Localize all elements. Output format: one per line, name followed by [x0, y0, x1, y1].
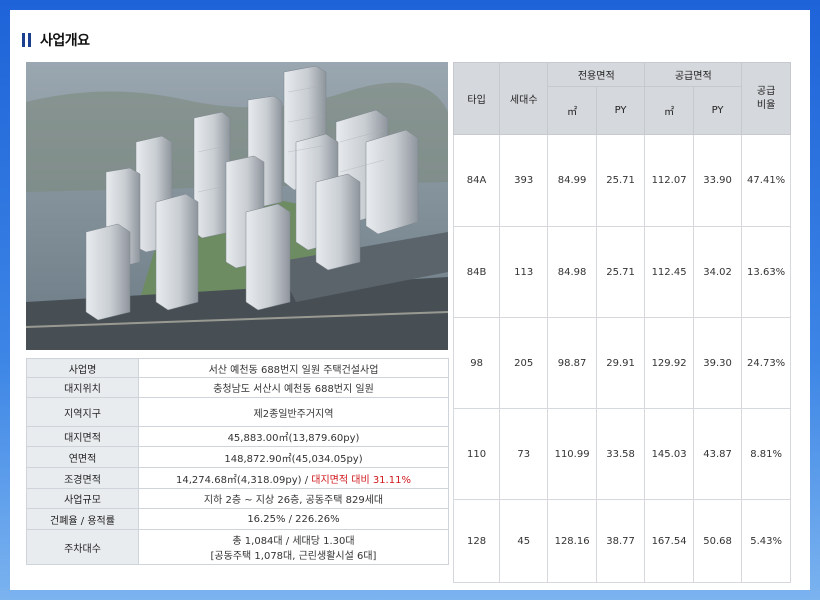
ratio-cell: 8.81%: [741, 408, 791, 500]
units-cell: 205: [499, 317, 549, 409]
supply-sqm-cell: 167.54: [644, 499, 694, 583]
project-info-table: 사업명 서산 예천동 688번지 일원 주택건설사업 대지위치 충청남도 서산시…: [26, 358, 449, 565]
header-supply-area: 공급면적: [644, 62, 743, 87]
table-row: 연면적 148,872.90㎡(45,034.05py): [26, 446, 449, 468]
table-row: 84A 393 84.99 25.71 112.07 33.90 47.41%: [452, 134, 791, 227]
info-value: 충청남도 서산시 예천동 688번지 일원: [138, 377, 449, 398]
section-title: 사업개요: [40, 33, 90, 49]
parking-total: 총 1,084대 / 세대당 1.30대: [232, 536, 355, 547]
type-cell: 84B: [452, 226, 501, 318]
header-type: 타입: [452, 62, 501, 135]
supply-py-cell: 43.87: [692, 408, 743, 500]
exclusive-py-cell: 29.91: [595, 317, 646, 409]
title-marker-icon: [22, 33, 31, 47]
section-header: 사업개요: [22, 30, 90, 50]
header-supply-sqm: ㎡: [644, 86, 694, 135]
table-row: 110 73 110.99 33.58 145.03 43.87 8.81%: [452, 408, 791, 500]
info-label: 건폐율 / 용적률: [26, 508, 139, 530]
table-row: 대지면적 45,883.00㎡(13,879.60py): [26, 426, 449, 447]
landscape-ratio-highlight: 대지면적 대비 31.11%: [311, 474, 411, 486]
type-cell: 98: [452, 317, 501, 409]
supply-sqm-cell: 145.03: [644, 408, 694, 500]
supply-sqm-cell: 112.07: [644, 134, 694, 227]
table-row: 사업명 서산 예천동 688번지 일원 주택건설사업: [26, 358, 449, 378]
header-exclusive-py: PY: [595, 86, 646, 135]
exclusive-py-cell: 33.58: [595, 408, 646, 500]
supply-py-cell: 33.90: [692, 134, 743, 227]
table-row: 사업규모 지하 2층 ~ 지상 26층, 공동주택 829세대: [26, 488, 449, 509]
table-row: 98 205 98.87 29.91 129.92 39.30 24.73%: [452, 317, 791, 409]
table-row: 주차대수 총 1,084대 / 세대당 1.30대 [공동주택 1,078대, …: [26, 529, 449, 565]
info-value: 서산 예천동 688번지 일원 주택건설사업: [138, 358, 449, 378]
header-exclusive-sqm: ㎡: [547, 86, 597, 135]
supply-py-cell: 50.68: [692, 499, 743, 583]
apartment-complex-illustration: [26, 62, 448, 350]
units-cell: 113: [499, 226, 549, 318]
exclusive-py-cell: 25.71: [595, 226, 646, 318]
header-supply-ratio: 공급 비율: [741, 62, 791, 135]
supply-sqm-cell: 112.45: [644, 226, 694, 318]
info-label: 주차대수: [26, 529, 139, 565]
info-label: 연면적: [26, 446, 139, 468]
table-row: 조경면적 14,274.68㎡(4,318.09py) / 대지면적 대비 31…: [26, 467, 449, 489]
type-cell: 128: [452, 499, 501, 583]
landscape-area-text: 14,274.68㎡(4,318.09py) /: [176, 474, 312, 486]
header-supply-py: PY: [692, 86, 743, 135]
exclusive-sqm-cell: 98.87: [547, 317, 597, 409]
table-row: 지역지구 제2종일반주거지역: [26, 397, 449, 427]
info-value: 제2종일반주거지역: [138, 397, 449, 427]
supply-sqm-cell: 129.92: [644, 317, 694, 409]
ratio-cell: 47.41%: [741, 134, 791, 227]
info-label: 지역지구: [26, 397, 139, 427]
header-row: 타입 세대수 전용면적 공급면적 공급 비율: [452, 62, 791, 135]
supply-py-cell: 39.30: [692, 317, 743, 409]
exclusive-py-cell: 38.77: [595, 499, 646, 583]
header-units: 세대수: [499, 62, 549, 135]
header-exclusive-area: 전용면적: [547, 62, 646, 87]
type-cell: 84A: [452, 134, 501, 227]
type-cell: 110: [452, 408, 501, 500]
units-cell: 73: [499, 408, 549, 500]
exclusive-py-cell: 25.71: [595, 134, 646, 227]
table-row: 건폐율 / 용적률 16.25% / 226.26%: [26, 508, 449, 530]
supply-py-cell: 34.02: [692, 226, 743, 318]
exclusive-sqm-cell: 84.98: [547, 226, 597, 318]
info-value: 16.25% / 226.26%: [138, 508, 449, 530]
parking-detail: [공동주택 1,078대, 근린생활시설 6대]: [210, 551, 377, 562]
ratio-cell: 24.73%: [741, 317, 791, 409]
exclusive-sqm-cell: 128.16: [547, 499, 597, 583]
info-value: 148,872.90㎡(45,034.05py): [138, 446, 449, 468]
info-label: 대지면적: [26, 426, 139, 447]
complex-rendering-image: [26, 62, 448, 350]
exclusive-sqm-cell: 110.99: [547, 408, 597, 500]
table-row: 128 45 128.16 38.77 167.54 50.68 5.43%: [452, 499, 791, 583]
info-value: 지하 2층 ~ 지상 26층, 공동주택 829세대: [138, 488, 449, 509]
unit-type-table: 타입 세대수 전용면적 공급면적 공급 비율 ㎡ PY ㎡ PY 84A 393…: [452, 62, 791, 583]
table-row: 84B 113 84.98 25.71 112.45 34.02 13.63%: [452, 226, 791, 318]
ratio-cell: 5.43%: [741, 499, 791, 583]
table-row: 대지위치 충청남도 서산시 예천동 688번지 일원: [26, 377, 449, 398]
info-value: 45,883.00㎡(13,879.60py): [138, 426, 449, 447]
info-value: 14,274.68㎡(4,318.09py) / 대지면적 대비 31.11%: [138, 467, 449, 489]
ratio-cell: 13.63%: [741, 226, 791, 318]
info-value: 총 1,084대 / 세대당 1.30대 [공동주택 1,078대, 근린생활시…: [138, 529, 449, 565]
info-label: 사업명: [26, 358, 139, 378]
units-cell: 45: [499, 499, 549, 583]
units-cell: 393: [499, 134, 549, 227]
info-label: 대지위치: [26, 377, 139, 398]
info-label: 사업규모: [26, 488, 139, 509]
info-label: 조경면적: [26, 467, 139, 489]
exclusive-sqm-cell: 84.99: [547, 134, 597, 227]
